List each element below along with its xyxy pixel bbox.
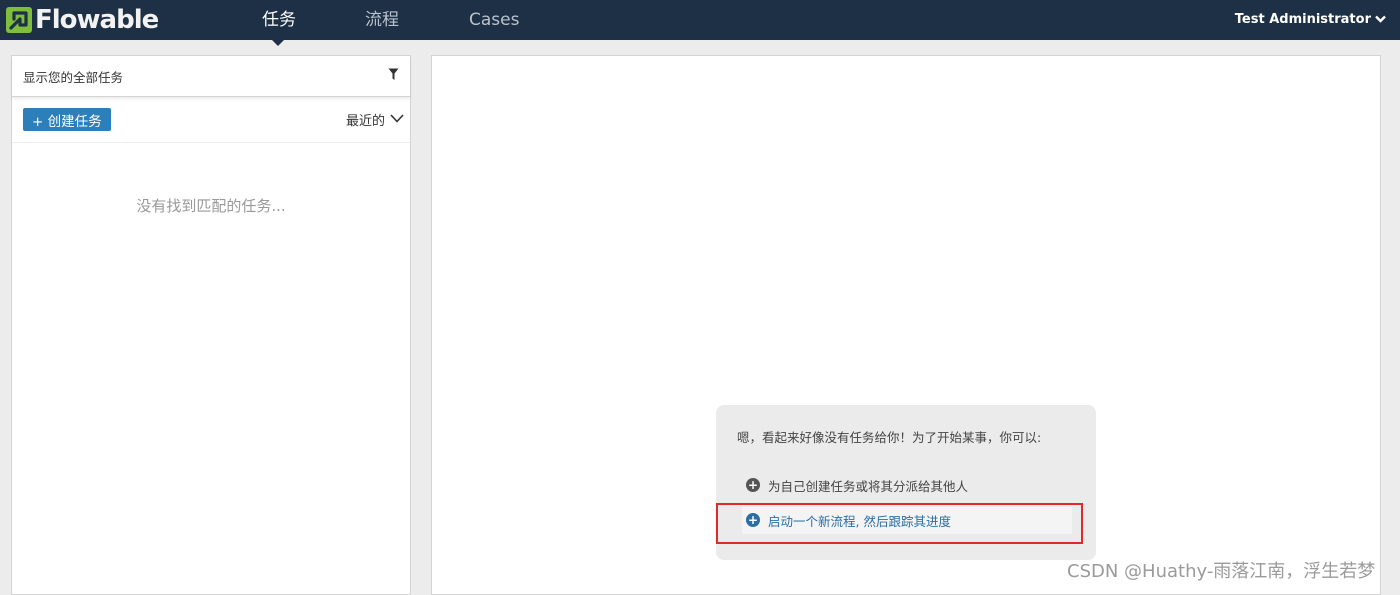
tab-cases[interactable]: Cases [469, 0, 519, 40]
tab-cases-label: Cases [469, 10, 520, 30]
help-option-create-task-label: 为自己创建任务或将其分派给其他人 [768, 478, 969, 494]
task-filter-label: 显示您的全部任务 [23, 69, 124, 85]
empty-task-message: 没有找到匹配的任务... [136, 197, 286, 215]
task-filter-bar[interactable]: 显示您的全部任务 [12, 56, 410, 97]
help-intro-text: 嗯，看起来好像没有任务给你！为了开始某事，你可以: [737, 430, 1042, 445]
filter-icon[interactable] [388, 68, 399, 84]
active-tab-caret [272, 40, 284, 46]
top-navbar: Flowable 任务 流程 Cases Test Administrator [0, 0, 1400, 40]
user-menu[interactable]: Test Administrator [1235, 0, 1386, 40]
create-task-button[interactable]: + 创建任务 [23, 108, 111, 131]
flowable-logo-icon [6, 7, 32, 33]
plus-circle-icon: + [746, 478, 760, 492]
watermark-text: CSDN @Huathy-雨落江南，浮生若梦 [1067, 561, 1376, 582]
tab-tasks[interactable]: 任务 [262, 0, 296, 40]
help-option-create-task[interactable]: + 为自己创建任务或将其分派给其他人 [746, 473, 968, 497]
brand-name: Flowable [35, 5, 159, 35]
highlight-annotation [716, 503, 1083, 544]
sort-label: 最近的 [345, 114, 385, 129]
tab-tasks-label: 任务 [262, 10, 296, 30]
tab-processes[interactable]: 流程 [365, 0, 399, 40]
sort-dropdown[interactable]: 最近的 [346, 110, 404, 129]
task-list-toolbar: + 创建任务 最近的 [12, 97, 410, 143]
user-name: Test Administrator [1234, 12, 1371, 27]
brand-logo[interactable]: Flowable [6, 4, 159, 36]
task-list-panel: 显示您的全部任务 + 创建任务 最近的 没有找到匹配的任务... [11, 55, 411, 595]
chevron-down-icon [390, 112, 404, 127]
chevron-down-icon [1375, 0, 1386, 40]
tab-processes-label: 流程 [365, 10, 399, 30]
